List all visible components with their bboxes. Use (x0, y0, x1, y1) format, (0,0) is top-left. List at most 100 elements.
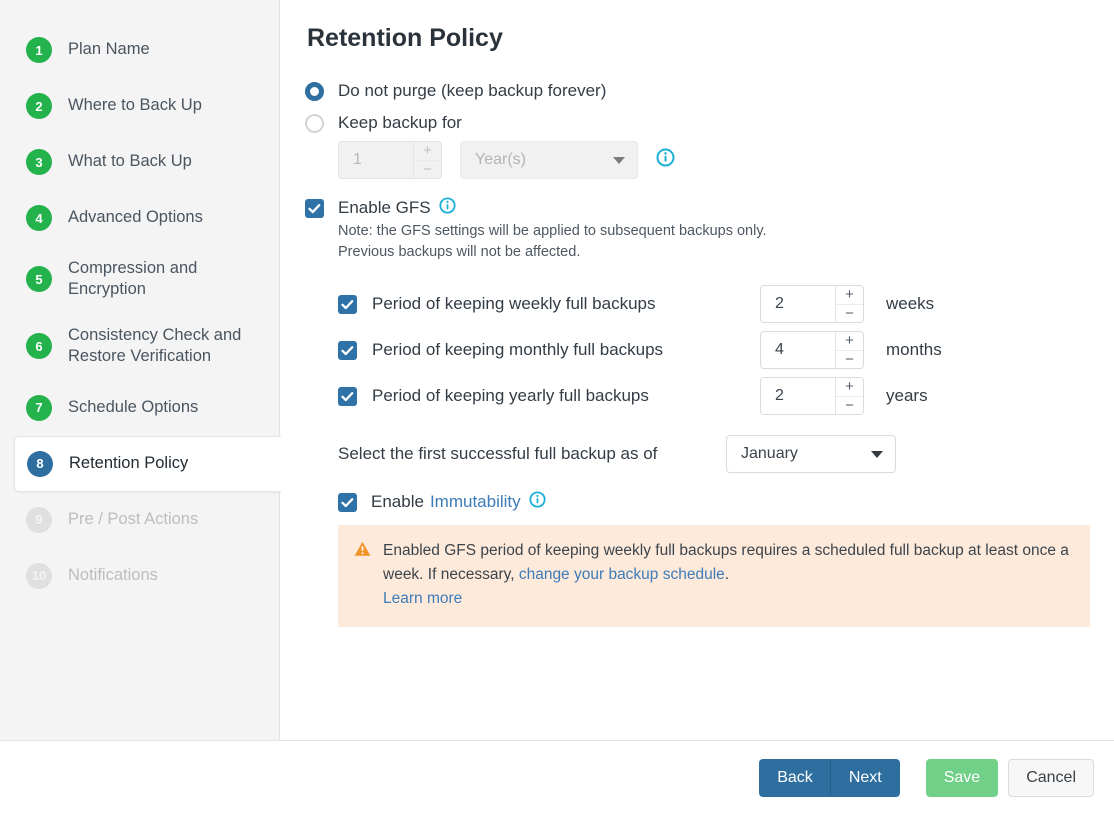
sidebar-item-what-to-back-up[interactable]: 3 What to Back Up (0, 134, 279, 190)
sidebar-item-label: Schedule Options (68, 398, 199, 417)
stepper-decrement-button[interactable]: − (414, 161, 441, 179)
stepper-decrement-button[interactable]: − (836, 305, 863, 323)
stepper-decrement-button[interactable]: − (836, 397, 863, 415)
keep-backup-amount-stepper[interactable]: 1 + − (338, 141, 442, 179)
chevron-down-icon (871, 451, 883, 459)
stepper-increment-button[interactable]: + (836, 332, 863, 351)
stepper-increment-button[interactable]: + (836, 286, 863, 305)
step-number-badge: 8 (27, 450, 53, 477)
stepper-increment-button[interactable]: + (414, 142, 441, 161)
step-number-badge: 4 (26, 205, 52, 231)
link-learn-more[interactable]: Learn more (383, 590, 462, 607)
radio-label-do-not-purge: Do not purge (keep backup forever) (338, 81, 607, 100)
gfs-warning-banner: Enabled GFS period of keeping weekly ful… (338, 525, 1090, 628)
sidebar-item-plan-name[interactable]: 1 Plan Name (0, 22, 279, 78)
label-enable-gfs: Enable GFS (338, 198, 431, 217)
sidebar-item-label: Where to Back Up (68, 96, 202, 115)
step-number-badge: 3 (26, 149, 52, 175)
sidebar-item-notifications[interactable]: 10 Notifications (0, 548, 279, 604)
next-button[interactable]: Next (830, 759, 900, 797)
step-number-badge: 2 (26, 93, 52, 119)
label-keep-monthly-full-backups: Period of keeping monthly full backups (372, 340, 664, 360)
radio-keep-backup-for[interactable] (305, 113, 324, 133)
radio-do-not-purge[interactable] (305, 81, 324, 101)
save-button[interactable]: Save (925, 759, 999, 797)
label-first-successful-backup: Select the first successful full backup … (338, 444, 658, 464)
sidebar-item-retention-policy[interactable]: 8 Retention Policy (14, 435, 281, 492)
checkbox-enable-immutability[interactable] (338, 492, 357, 512)
monthly-period-value[interactable]: 4 (761, 332, 835, 368)
monthly-period-stepper[interactable]: 4 + − (760, 331, 864, 370)
step-number-badge: 7 (26, 394, 52, 421)
weekly-period-unit: weeks (886, 294, 935, 314)
gfs-note-line-1: Note: the GFS settings will be applied t… (338, 223, 767, 239)
sidebar-item-label: Compression and Encryption (68, 259, 198, 299)
cancel-button[interactable]: Cancel (1008, 759, 1094, 797)
label-keep-weekly-full-backups: Period of keeping weekly full backups (372, 294, 656, 314)
weekly-period-stepper[interactable]: 2 + − (760, 285, 864, 324)
gfs-row-yearly: Period of keeping yearly full backups 2 … (338, 373, 1094, 419)
back-button[interactable]: Back (759, 759, 831, 797)
sidebar-item-label: Pre / Post Actions (68, 510, 199, 529)
yearly-period-stepper-buttons: + − (835, 378, 863, 415)
radio-row-keep-backup-for[interactable]: Keep backup for (305, 113, 1094, 133)
gfs-note-line-2: Previous backups will not be affected. (338, 244, 581, 261)
stepper-decrement-button[interactable]: − (836, 351, 863, 369)
checkbox-keep-yearly-full-backups[interactable] (338, 386, 357, 406)
checkbox-row-enable-immutability[interactable]: Enable Immutability (338, 491, 1094, 513)
sidebar-item-where-to-back-up[interactable]: 2 Where to Back Up (0, 78, 279, 134)
wizard-footer: Back Next Save Cancel (0, 740, 1114, 815)
checkbox-row-enable-gfs[interactable]: Enable GFS (305, 197, 1094, 219)
yearly-period-stepper[interactable]: 2 + − (760, 377, 864, 416)
checkbox-keep-weekly-full-backups[interactable] (338, 294, 357, 314)
sidebar-item-pre-post-actions[interactable]: 9 Pre / Post Actions (0, 492, 279, 548)
keep-backup-unit-select[interactable]: Year(s) (460, 141, 638, 179)
radio-row-do-not-purge[interactable]: Do not purge (keep backup forever) (305, 81, 1094, 101)
sidebar-item-label: What to Back Up (68, 152, 192, 171)
first-successful-backup-month-value: January (741, 445, 798, 463)
sidebar-item-advanced-options[interactable]: 4 Advanced Options (0, 190, 279, 246)
retention-policy-wizard: 1 Plan Name 2 Where to Back Up 3 What to… (0, 0, 1114, 815)
gfs-period-rows: Period of keeping weekly full backups 2 … (338, 281, 1094, 419)
info-icon[interactable] (439, 197, 456, 219)
keep-backup-amount-stepper-buttons: + − (413, 142, 441, 178)
back-next-button-group: Back Next (759, 759, 900, 797)
label-keep-yearly-full-backups: Period of keeping yearly full backups (372, 386, 649, 406)
sidebar-item-label: Notifications (68, 566, 158, 585)
sidebar-item-label: Consistency Check and Restore Verificati… (68, 325, 242, 366)
radio-label-keep-backup-for: Keep backup for (338, 113, 462, 132)
sidebar-item-label: Retention Policy (69, 454, 189, 473)
gfs-row-weekly: Period of keeping weekly full backups 2 … (338, 281, 1094, 327)
first-successful-backup-month-select[interactable]: January (726, 435, 896, 474)
weekly-period-value[interactable]: 2 (761, 286, 835, 322)
first-successful-backup-row: Select the first successful full backup … (338, 431, 1094, 477)
step-number-badge: 9 (26, 506, 52, 533)
warning-text-part-2: . (724, 566, 730, 584)
step-number-badge: 6 (26, 333, 52, 360)
info-icon[interactable] (529, 491, 546, 513)
keep-backup-unit-value: Year(s) (475, 151, 526, 168)
yearly-period-unit: years (886, 386, 928, 406)
info-icon[interactable] (656, 148, 675, 172)
step-number-badge: 10 (26, 562, 52, 589)
page-title: Retention Policy (307, 24, 503, 52)
yearly-period-value[interactable]: 2 (761, 378, 835, 414)
stepper-increment-button[interactable]: + (836, 378, 863, 397)
step-number-badge: 5 (26, 266, 52, 293)
main-content-panel: Retention Policy Do not purge (keep back… (281, 0, 1114, 740)
keep-backup-amount-value[interactable]: 1 (339, 142, 413, 178)
sidebar-item-label: Advanced Options (68, 208, 203, 227)
link-change-backup-schedule[interactable]: change your backup schedule (519, 566, 725, 583)
sidebar-item-schedule-options[interactable]: 7 Schedule Options (0, 380, 279, 436)
step-number-badge: 1 (26, 37, 52, 63)
warning-triangle-icon (354, 541, 371, 562)
sidebar-item-consistency-check-and-restore-verification[interactable]: 6 Consistency Check and Restore Verifica… (0, 313, 279, 380)
checkbox-keep-monthly-full-backups[interactable] (338, 340, 357, 360)
gfs-row-monthly: Period of keeping monthly full backups 4… (338, 327, 1094, 373)
monthly-period-unit: months (886, 340, 942, 360)
checkbox-enable-gfs[interactable] (305, 198, 324, 218)
chevron-down-icon (613, 157, 625, 164)
label-enable-immutability-prefix: Enable (371, 492, 424, 512)
link-immutability[interactable]: Immutability (430, 492, 521, 512)
sidebar-item-compression-and-encryption[interactable]: 5 Compression and Encryption (0, 246, 279, 313)
